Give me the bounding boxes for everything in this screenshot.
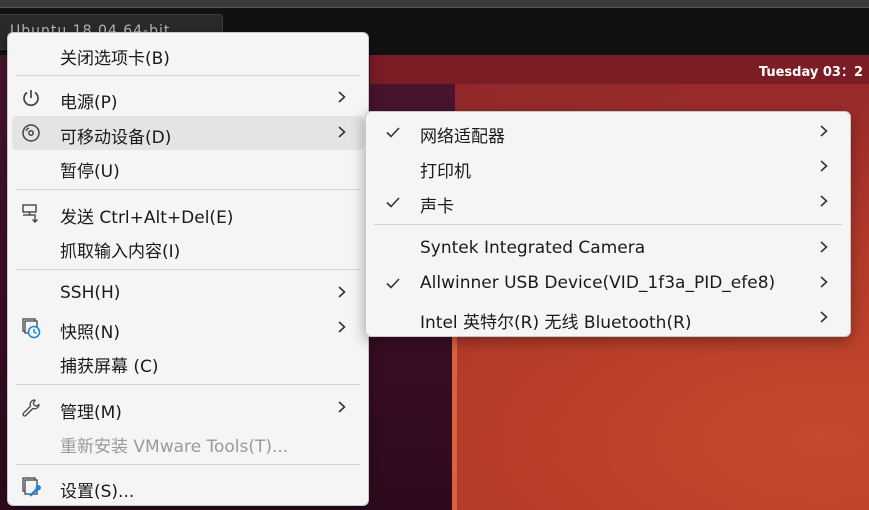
chevron-right-icon	[820, 195, 828, 207]
submenu-item-bluetooth[interactable]: Intel 英特尔(R) 无线 Bluetooth(R)	[370, 301, 846, 335]
chevron-right-icon	[338, 91, 346, 103]
submenu-item-allwinner-usb[interactable]: Allwinner USB Device(VID_1f3a_PID_efe8)	[370, 266, 846, 300]
submenu-item-sound-card[interactable]: 声卡	[370, 185, 846, 219]
removable-devices-submenu: 网络适配器 打印机 声卡 Syntek Integrated Camera Al…	[365, 111, 851, 337]
submenu-item-network-adapter[interactable]: 网络适配器	[370, 115, 846, 149]
menu-item-removable-devices[interactable]: 可移动设备(D)	[12, 116, 364, 150]
chevron-right-icon	[338, 401, 346, 413]
chevron-right-icon	[820, 311, 828, 323]
chevron-right-icon	[820, 241, 828, 253]
panel-clock[interactable]: Tuesday 03：2	[759, 61, 863, 80]
submenu-item-label: 声卡	[420, 197, 454, 217]
menu-item-capture-screen[interactable]: 捕获屏幕 (C)	[12, 345, 364, 379]
submenu-item-label: 网络适配器	[420, 127, 505, 147]
submenu-item-label: Allwinner USB Device(VID_1f3a_PID_efe8)	[420, 273, 776, 293]
submenu-item-label: 打印机	[420, 162, 471, 182]
submenu-item-label: Syntek Integrated Camera	[420, 238, 646, 258]
chevron-right-icon	[338, 321, 346, 333]
menu-item-send-ctrl-alt-del[interactable]: 发送 Ctrl+Alt+Del(E)	[12, 196, 364, 230]
disc-icon	[22, 124, 40, 142]
menu-separator	[16, 269, 360, 270]
menu-item-snapshot[interactable]: 快照(N)	[12, 311, 364, 345]
menu-item-label: 电源(P)	[60, 93, 118, 113]
menu-item-label: 可移动设备(D)	[60, 128, 172, 148]
snapshot-icon	[22, 318, 41, 339]
menu-separator	[16, 189, 360, 190]
menu-item-label: 捕获屏幕 (C)	[60, 357, 159, 377]
vm-context-menu: 关闭选项卡(B) 电源(P) 可移动设备(D) 暂停(U) 发送 Ctrl+Al…	[7, 32, 369, 506]
menu-item-label: 抓取输入内容(I)	[60, 242, 181, 262]
menu-item-label: 发送 Ctrl+Alt+Del(E)	[60, 208, 234, 228]
submenu-separator	[374, 224, 842, 225]
menu-separator	[16, 75, 360, 76]
menu-item-label: 管理(M)	[60, 403, 122, 423]
menu-item-label: SSH(H)	[60, 283, 121, 303]
menu-item-power[interactable]: 电源(P)	[12, 81, 364, 115]
menu-item-grab-input[interactable]: 抓取输入内容(I)	[12, 230, 364, 264]
submenu-item-printer[interactable]: 打印机	[370, 150, 846, 184]
submenu-item-label: Intel 英特尔(R) 无线 Bluetooth(R)	[420, 313, 692, 333]
menu-separator	[16, 464, 360, 465]
menu-item-manage[interactable]: 管理(M)	[12, 391, 364, 425]
menu-item-settings[interactable]: 设置(S)...	[12, 470, 364, 504]
power-icon	[23, 90, 39, 107]
ubuntu-top-panel: Tuesday 03：2	[370, 55, 869, 84]
menu-item-ssh[interactable]: SSH(H)	[12, 276, 364, 310]
chevron-right-icon	[338, 126, 346, 138]
settings-icon	[22, 477, 42, 497]
menu-item-close-tab[interactable]: 关闭选项卡(B)	[12, 37, 364, 71]
chevron-right-icon	[820, 125, 828, 137]
chevron-right-icon	[820, 160, 828, 172]
ubuntu-window-edge	[452, 330, 457, 510]
checkmark-icon	[386, 127, 400, 138]
wrench-icon	[22, 399, 40, 417]
menu-item-label: 暂停(U)	[60, 162, 120, 182]
submenu-item-camera[interactable]: Syntek Integrated Camera	[370, 231, 846, 265]
menu-item-label: 快照(N)	[60, 323, 120, 343]
checkmark-icon	[386, 197, 400, 208]
menu-item-label: 设置(S)...	[60, 482, 135, 502]
window-top-strip	[0, 0, 869, 8]
chevron-right-icon	[820, 276, 828, 288]
menu-separator	[16, 384, 360, 385]
menu-item-label: 关闭选项卡(B)	[60, 49, 170, 69]
checkmark-icon	[386, 278, 400, 289]
menu-item-label: 重新安装 VMware Tools(T)...	[60, 437, 289, 457]
menu-item-pause[interactable]: 暂停(U)	[12, 150, 364, 184]
keyboard-send-icon	[22, 204, 38, 223]
menu-item-reinstall-vmware-tools: 重新安装 VMware Tools(T)...	[12, 425, 364, 459]
chevron-right-icon	[338, 286, 346, 298]
